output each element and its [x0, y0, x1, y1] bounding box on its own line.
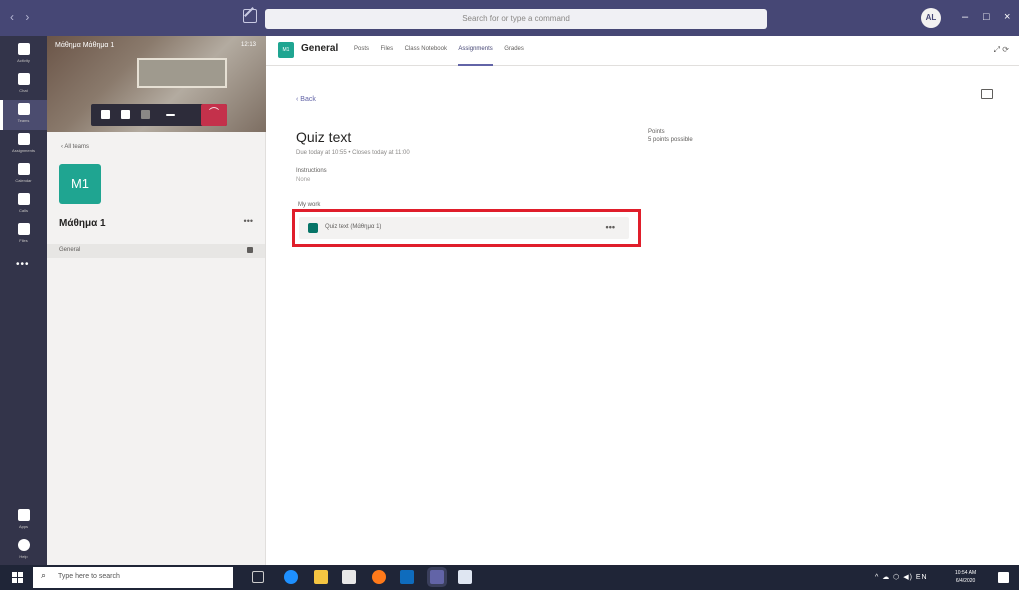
my-work-attachment[interactable]: Quiz text (Μάθημα 1) ••• [299, 217, 629, 239]
taskbar-clock[interactable]: 10:54 AM 6/4/2020 [955, 569, 976, 585]
more-apps-icon[interactable]: ••• [16, 259, 30, 270]
rail-item-files[interactable]: Files [0, 220, 47, 250]
tab-posts[interactable]: Posts [354, 46, 369, 66]
points-label: Points [648, 129, 665, 135]
rail-item-label: Activity [17, 58, 30, 63]
windows-start-icon[interactable] [12, 572, 23, 583]
history-nav-arrows[interactable]: ‹ › [10, 10, 33, 24]
video-feed [137, 58, 227, 88]
edge-browser-icon[interactable] [284, 570, 298, 584]
rail-item-activity[interactable]: Activity [0, 40, 47, 70]
rail-item-label: Calls [19, 208, 28, 213]
back-link[interactable]: ‹ Back [296, 96, 316, 103]
help-icon [17, 539, 30, 551]
share-screen-icon[interactable] [141, 110, 150, 119]
rail-item-apps[interactable]: Apps [0, 506, 47, 536]
attachment-label: Quiz text (Μάθημα 1) [325, 224, 382, 230]
task-view-icon[interactable] [252, 571, 264, 583]
meeting-video-window[interactable]: Μάθημα Μάθημα 1 12:13 ⌒ [47, 36, 266, 132]
teams-taskbar-icon[interactable] [430, 570, 444, 584]
title-bar: ‹ › Search for or type a command AL – □ … [0, 0, 1019, 36]
instructions-label: Instructions [296, 168, 327, 174]
team-avatar: M1 [59, 164, 101, 204]
assignment-title: Quiz text [296, 129, 352, 145]
export-icon[interactable] [981, 89, 993, 99]
meeting-time: 12:13 [240, 42, 256, 48]
call-controls: ⌒ [91, 104, 227, 126]
chat-icon [17, 73, 30, 85]
microphone-icon[interactable] [121, 110, 130, 119]
rail-item-label: Help [19, 554, 28, 559]
expand-refresh-icons[interactable]: ⤢ ⟳ [994, 45, 1009, 55]
tab-files[interactable]: Files [380, 46, 393, 66]
close-button[interactable]: × [1004, 8, 1010, 26]
tab-assignments[interactable]: Assignments [458, 46, 493, 66]
team-more-options-icon[interactable]: ••• [244, 216, 253, 226]
new-chat-icon[interactable] [243, 9, 257, 23]
rail-item-label: Files [19, 238, 28, 243]
apps-icon [17, 509, 30, 521]
rail-item-label: Teams [17, 118, 30, 123]
rail-item-assignments[interactable]: Assignments [0, 130, 47, 160]
teams-icon [17, 103, 30, 115]
calendar-icon [17, 163, 30, 175]
attachment-more-options-icon[interactable]: ••• [606, 222, 615, 232]
camera-icon[interactable] [101, 110, 110, 119]
channel-label: General [59, 247, 81, 253]
clock-date: 6/4/2020 [955, 578, 976, 584]
phone-icon [17, 193, 30, 205]
rail-item-chat[interactable]: Chat [0, 70, 47, 100]
bell-icon [17, 43, 30, 55]
assignment-due-date: Due today at 10:55 • Closes today at 11:… [296, 150, 410, 156]
hang-up-button[interactable]: ⌒ [201, 104, 227, 126]
rail-item-calls[interactable]: Calls [0, 190, 47, 220]
assignments-icon [17, 133, 30, 145]
tab-class-notebook[interactable]: Class Notebook [405, 46, 447, 66]
file-icon [17, 223, 30, 235]
tab-grades[interactable]: Grades [504, 46, 524, 66]
more-actions-icon[interactable] [166, 114, 175, 116]
channel-badge: M1 [278, 42, 294, 58]
channel-tabs: Posts Files Class Notebook Assignments G… [354, 46, 531, 66]
search-icon: ⌕ [41, 570, 47, 580]
forms-icon [308, 223, 318, 233]
rail-item-teams[interactable]: Teams [0, 100, 47, 130]
teams-panel: Μάθημα Μάθημα 1 12:13 ⌒ ‹ All teams M1 Μ… [47, 36, 266, 565]
points-value: 5 points possible [648, 137, 693, 143]
clock-time: 10:54 AM [955, 570, 977, 576]
instructions-value: None [296, 177, 311, 183]
windows-taskbar: ⌕ Type here to search ^ ☁ ⬡ ◀) EN 10:54 … [0, 565, 1019, 590]
my-work-label: My work [298, 202, 321, 208]
rail-item-label: Calendar [15, 178, 32, 183]
app-rail: Activity Chat Teams Assignments Calendar… [0, 36, 47, 565]
store-icon[interactable] [342, 570, 356, 584]
minimize-button[interactable]: – [962, 8, 968, 26]
rail-item-label: Chat [19, 88, 28, 93]
team-name: Μάθημα 1 [59, 218, 106, 229]
rail-item-help[interactable]: Help [0, 536, 47, 566]
taskbar-search-placeholder: Type here to search [58, 573, 120, 580]
system-tray[interactable]: ^ ☁ ⬡ ◀) EN [875, 573, 928, 581]
maximize-button[interactable]: □ [983, 8, 990, 26]
all-teams-link[interactable]: ‹ All teams [61, 144, 89, 150]
highlight-annotation: Quiz text (Μάθημα 1) ••• [292, 209, 641, 247]
channel-item-general[interactable]: General [47, 244, 265, 258]
rail-item-label: Apps [18, 524, 29, 529]
assignment-detail: ‹ Back Quiz text Due today at 10:55 • Cl… [276, 74, 1019, 565]
taskbar-search-input[interactable]: ⌕ Type here to search [33, 567, 233, 588]
channel-notification-icon [247, 247, 253, 253]
channel-title: General [301, 43, 339, 54]
meeting-name: Μάθημα Μάθημα 1 [55, 42, 115, 49]
notifications-icon[interactable] [998, 572, 1009, 583]
file-explorer-icon[interactable] [314, 570, 328, 584]
firefox-icon[interactable] [372, 570, 386, 584]
photos-icon[interactable] [458, 570, 472, 584]
rail-item-calendar[interactable]: Calendar [0, 160, 47, 190]
mail-icon[interactable] [400, 570, 414, 584]
channel-header: M1 General Posts Files Class Notebook As… [266, 36, 1019, 66]
rail-item-label: Assignments [12, 148, 35, 153]
user-avatar[interactable]: AL [921, 8, 941, 28]
command-search-input[interactable]: Search for or type a command [265, 9, 767, 29]
